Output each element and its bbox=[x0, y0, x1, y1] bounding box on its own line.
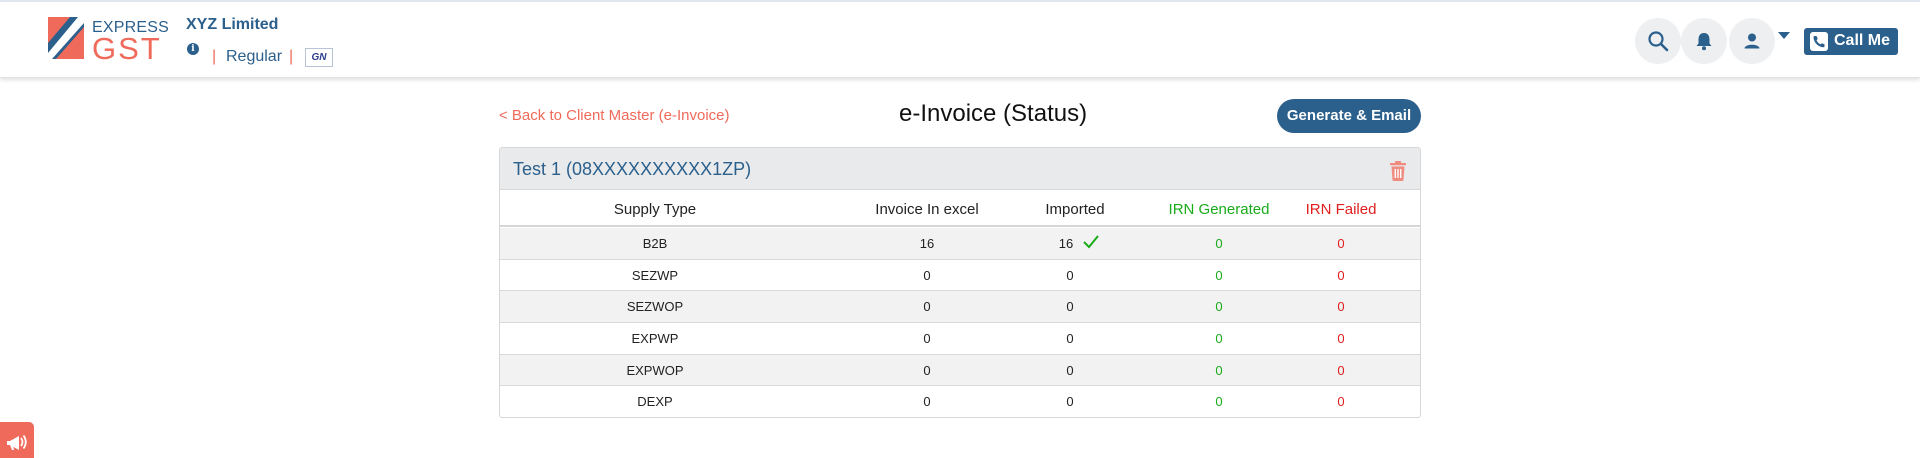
invoice-in-excel-cell: 0 bbox=[923, 362, 931, 378]
supply-type-cell: DEXP bbox=[637, 394, 673, 410]
separator: | bbox=[289, 48, 294, 65]
supply-type-cell: SEZWOP bbox=[626, 299, 684, 315]
irn-generated-cell: 0 bbox=[1215, 299, 1223, 315]
bell-icon bbox=[1696, 33, 1712, 51]
einvoice-status-card: Test 1 (08XXXXXXXXXX1ZP) Supply Type Inv… bbox=[499, 147, 1421, 418]
logo-mark-icon bbox=[48, 17, 84, 59]
table-row: DEXP 0 0 0 0 bbox=[500, 386, 1420, 417]
imported-cell: 0 bbox=[1066, 394, 1074, 410]
table-row: SEZWOP 0 0 0 0 bbox=[500, 291, 1420, 324]
notifications-button[interactable] bbox=[1681, 18, 1727, 64]
call-me-button[interactable]: Call Me bbox=[1804, 28, 1898, 55]
irn-generated-cell: 0 bbox=[1215, 394, 1223, 410]
info-icon[interactable]: i bbox=[187, 43, 199, 55]
irn-generated-cell: 0 bbox=[1215, 267, 1223, 283]
call-me-label: Call Me bbox=[1834, 32, 1891, 49]
supply-type-cell: SEZWP bbox=[631, 267, 679, 283]
table-row: SEZWP 0 0 0 0 bbox=[500, 260, 1420, 292]
gstn-logo: GN bbox=[305, 48, 333, 67]
irn-failed-cell: 0 bbox=[1337, 267, 1345, 283]
imported-cell: 16 bbox=[1058, 236, 1074, 251]
user-icon bbox=[1744, 33, 1760, 49]
logo-gst-text: GST bbox=[92, 31, 162, 66]
page-title: e-Invoice (Status) bbox=[899, 100, 1088, 127]
column-header-invoice-in-excel: Invoice In excel bbox=[875, 201, 979, 218]
separator: | bbox=[212, 48, 217, 65]
irn-failed-cell: 0 bbox=[1337, 331, 1345, 347]
irn-generated-cell: 0 bbox=[1215, 236, 1223, 251]
search-icon bbox=[1648, 31, 1669, 52]
column-header-irn-failed: IRN Failed bbox=[1305, 201, 1377, 218]
table-body: B2B 16 16 0 0 SEZWP 0 0 0 0 SEZWOP 0 0 0… bbox=[500, 228, 1420, 417]
imported-cell: 0 bbox=[1066, 267, 1074, 283]
registration-type: Regular bbox=[226, 48, 283, 65]
user-menu-button[interactable] bbox=[1729, 18, 1775, 64]
table-row: EXPWOP 0 0 0 0 bbox=[500, 354, 1420, 387]
card-header: Test 1 (08XXXXXXXXXX1ZP) bbox=[500, 148, 1420, 190]
invoice-in-excel-cell: 0 bbox=[923, 267, 931, 283]
invoice-in-excel-cell: 0 bbox=[923, 394, 931, 410]
supply-type-cell: EXPWOP bbox=[626, 362, 684, 378]
table-row: EXPWP 0 0 0 0 bbox=[500, 323, 1420, 355]
irn-failed-cell: 0 bbox=[1337, 394, 1345, 410]
invoice-in-excel-cell: 0 bbox=[923, 331, 931, 347]
irn-failed-cell: 0 bbox=[1337, 299, 1345, 315]
chevron-down-icon[interactable] bbox=[1778, 32, 1790, 39]
imported-cell: 0 bbox=[1066, 362, 1074, 378]
app-header: EXPRESS GST XYZ Limited i | Regular | GN… bbox=[0, 2, 1920, 78]
check-icon bbox=[1083, 235, 1099, 249]
feedback-button[interactable] bbox=[0, 422, 34, 458]
invoice-in-excel-cell: 0 bbox=[923, 299, 931, 315]
search-button[interactable] bbox=[1635, 18, 1681, 64]
company-name[interactable]: XYZ Limited bbox=[186, 16, 278, 34]
column-header-irn-generated: IRN Generated bbox=[1168, 201, 1270, 218]
trash-icon[interactable] bbox=[1389, 161, 1407, 181]
column-header-supply-type: Supply Type bbox=[613, 201, 697, 218]
client-title: Test 1 (08XXXXXXXXXX1ZP) bbox=[513, 159, 752, 179]
back-to-client-master-link[interactable]: < Back to Client Master (e-Invoice) bbox=[499, 107, 730, 124]
table-row: B2B 16 16 0 0 bbox=[500, 228, 1420, 260]
irn-failed-cell: 0 bbox=[1337, 236, 1345, 251]
irn-generated-cell: 0 bbox=[1215, 331, 1223, 347]
imported-cell: 0 bbox=[1066, 331, 1074, 347]
irn-generated-cell: 0 bbox=[1215, 362, 1223, 378]
table-header: Supply Type Invoice In excel Imported IR… bbox=[500, 190, 1420, 227]
generate-email-button[interactable]: Generate & Email bbox=[1277, 99, 1421, 133]
imported-cell: 0 bbox=[1066, 299, 1074, 315]
invoice-in-excel-cell: 16 bbox=[919, 236, 935, 251]
supply-type-cell: EXPWP bbox=[631, 331, 679, 347]
irn-failed-cell: 0 bbox=[1337, 362, 1345, 378]
megaphone-icon bbox=[7, 434, 27, 450]
column-header-imported: Imported bbox=[1045, 201, 1105, 218]
phone-icon bbox=[1810, 32, 1828, 51]
supply-type-cell: B2B bbox=[642, 236, 668, 251]
express-gst-logo[interactable]: EXPRESS GST bbox=[48, 17, 169, 66]
